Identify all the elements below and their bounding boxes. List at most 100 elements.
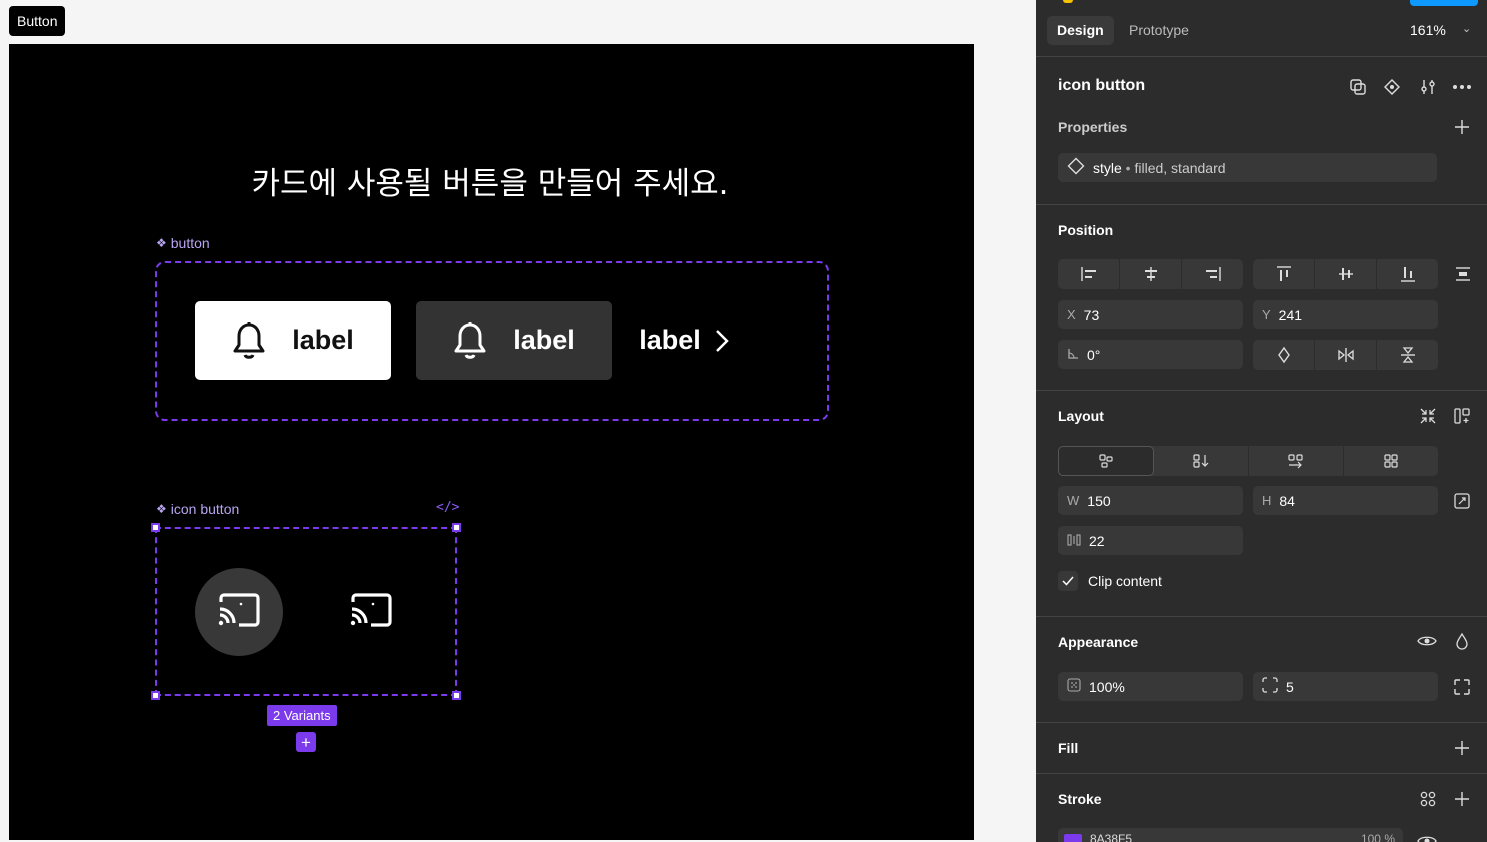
variant-property-icon xyxy=(1067,157,1085,178)
design-panel: Design Prototype 161% ⌄ icon button Prop… xyxy=(1036,0,1487,842)
property-name: style xyxy=(1093,159,1122,176)
button-text[interactable]: label xyxy=(624,301,744,380)
gap-icon xyxy=(1067,533,1081,549)
frame-name-tag[interactable]: Button xyxy=(9,6,66,36)
code-icon[interactable]: </> xyxy=(436,500,459,515)
align-top-icon[interactable] xyxy=(1253,259,1315,289)
zoom-level[interactable]: 161% xyxy=(1410,22,1446,38)
opacity-value: 100% xyxy=(1089,678,1125,695)
add-property-icon[interactable] xyxy=(1451,116,1473,138)
clip-content-label: Clip content xyxy=(1088,573,1162,589)
icon-button-filled[interactable] xyxy=(195,568,283,656)
panel-tabs: Design Prototype 161% ⌄ xyxy=(1036,0,1487,57)
more-options-icon[interactable] xyxy=(1451,76,1473,98)
appearance-title: Appearance xyxy=(1058,634,1139,650)
go-to-main-component-icon[interactable] xyxy=(1347,76,1369,98)
component-set-label-icon-button[interactable]: ❖ icon button xyxy=(156,500,239,518)
layout-section: Layout W 150 H 84 22 Clip content xyxy=(1036,391,1487,617)
flip-horizontal-icon[interactable] xyxy=(1315,340,1377,370)
align-left-icon[interactable] xyxy=(1058,259,1120,289)
clip-content-row[interactable]: Clip content xyxy=(1058,571,1162,591)
component-diamond-icon[interactable] xyxy=(1381,76,1403,98)
chevron-down-icon[interactable]: ⌄ xyxy=(1462,22,1471,35)
icon-button-standard[interactable] xyxy=(327,568,415,656)
stroke-visibility-eye-icon[interactable] xyxy=(1416,830,1438,842)
y-position-field[interactable]: Y 241 xyxy=(1253,300,1438,329)
gap-field[interactable]: 22 xyxy=(1058,526,1243,555)
layout-grid-icon[interactable] xyxy=(1451,405,1473,427)
layout-title: Layout xyxy=(1058,408,1104,424)
opacity-field[interactable]: 100% xyxy=(1058,672,1243,701)
fill-section: Fill xyxy=(1036,723,1487,774)
layout-horizontal-icon[interactable] xyxy=(1249,446,1344,476)
property-style-row[interactable]: style • filled, standard xyxy=(1058,153,1437,182)
position-section: Position X 73 Y 241 0° xyxy=(1036,205,1487,391)
collapse-layout-icon[interactable] xyxy=(1417,405,1439,427)
height-field[interactable]: H 84 xyxy=(1253,486,1438,515)
stroke-color-swatch[interactable] xyxy=(1064,834,1082,842)
variants-badge[interactable]: 2 Variants xyxy=(267,705,337,726)
eye-icon[interactable] xyxy=(1416,630,1438,652)
stroke-color-field[interactable]: 8A38F5 100 % xyxy=(1058,828,1403,842)
gap-value: 22 xyxy=(1089,532,1105,549)
adjustments-icon[interactable] xyxy=(1417,76,1439,98)
resize-handle-tr[interactable] xyxy=(452,523,461,532)
align-bottom-icon[interactable] xyxy=(1377,259,1438,289)
align-horizontal-center-icon[interactable] xyxy=(1120,259,1182,289)
share-button-edge[interactable] xyxy=(1410,0,1478,6)
align-vertical-center-icon[interactable] xyxy=(1315,259,1377,289)
add-variant-button[interactable]: + xyxy=(296,732,316,752)
selection-name[interactable]: icon button xyxy=(1058,77,1145,95)
add-fill-icon[interactable] xyxy=(1451,737,1473,759)
layout-freeform-icon[interactable] xyxy=(1058,446,1154,476)
position-title: Position xyxy=(1058,222,1114,238)
tab-prototype[interactable]: Prototype xyxy=(1119,16,1199,45)
component-icon: ❖ xyxy=(156,502,167,516)
canvas[interactable]: Button 카드에 사용될 버튼을 만들어 주세요. ❖ button lab… xyxy=(0,0,1036,842)
rotation-icon xyxy=(1067,347,1079,363)
transform-group xyxy=(1253,340,1438,370)
resize-handle-br[interactable] xyxy=(452,691,461,700)
stroke-opacity-value: 100 % xyxy=(1360,832,1395,842)
style-library-icon[interactable] xyxy=(1417,788,1439,810)
corner-radius-value: 5 xyxy=(1286,678,1294,695)
resize-constraints-icon[interactable] xyxy=(1451,490,1473,512)
x-position-field[interactable]: X 73 xyxy=(1058,300,1243,329)
component-icon: ❖ xyxy=(156,236,167,250)
fill-title: Fill xyxy=(1058,740,1079,756)
flip-vertical-icon[interactable] xyxy=(1377,340,1438,370)
resize-handle-tl[interactable] xyxy=(151,523,160,532)
corner-radius-field[interactable]: 5 xyxy=(1253,672,1438,701)
canvas-heading: 카드에 사용될 버튼을 만들어 주세요. xyxy=(251,166,729,202)
tab-design[interactable]: Design xyxy=(1047,16,1114,45)
layout-vertical-icon[interactable] xyxy=(1154,446,1249,476)
clip-content-checkbox[interactable] xyxy=(1058,571,1078,591)
appearance-section: Appearance 100% 5 xyxy=(1036,617,1487,723)
stroke-title: Stroke xyxy=(1058,791,1102,807)
width-field[interactable]: W 150 xyxy=(1058,486,1243,515)
rotation-field[interactable]: 0° xyxy=(1058,340,1243,369)
component-set-name: button xyxy=(170,235,210,251)
layout-wrap-grid-icon[interactable] xyxy=(1344,446,1438,476)
opacity-icon xyxy=(1067,678,1081,695)
button-standard[interactable]: label xyxy=(416,301,612,380)
cast-icon xyxy=(217,592,261,633)
component-set-name: icon button xyxy=(170,501,240,517)
align-right-icon[interactable] xyxy=(1182,259,1243,289)
y-label: Y xyxy=(1262,307,1271,322)
add-stroke-icon[interactable] xyxy=(1451,788,1473,810)
horizontal-align-group xyxy=(1058,259,1243,289)
x-label: X xyxy=(1067,307,1076,322)
user-avatar-edge xyxy=(1063,0,1073,3)
resize-handle-bl[interactable] xyxy=(151,691,160,700)
bell-icon xyxy=(453,321,487,361)
blend-mode-drop-icon[interactable] xyxy=(1451,630,1473,652)
independent-corners-icon[interactable] xyxy=(1451,676,1473,698)
h-label: H xyxy=(1262,493,1272,508)
component-set-label-button[interactable]: ❖ button xyxy=(156,234,210,252)
button-filled[interactable]: label xyxy=(195,301,391,380)
vertical-align-group xyxy=(1253,259,1438,289)
rotate-90-icon[interactable] xyxy=(1253,340,1315,370)
distribute-icon[interactable] xyxy=(1452,263,1474,285)
y-value: 241 xyxy=(1278,306,1303,323)
